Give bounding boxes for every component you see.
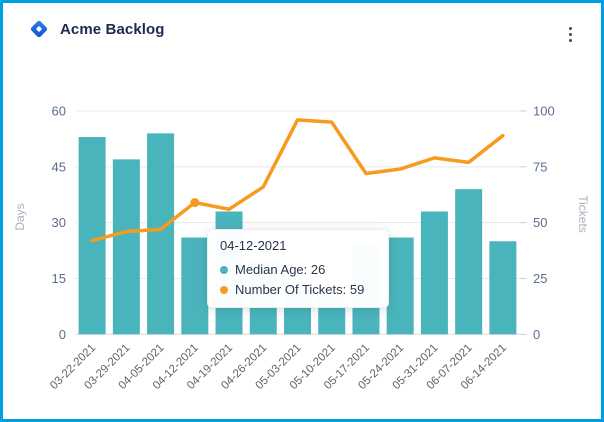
y-axis-label-left: 45 xyxy=(52,159,66,174)
y-axis-label-right: 25 xyxy=(533,271,547,286)
y-axis-label-left: 15 xyxy=(52,271,66,286)
page-title: Acme Backlog xyxy=(60,21,165,38)
bar[interactable] xyxy=(455,189,482,334)
line-point-marker[interactable] xyxy=(190,198,199,207)
bar[interactable] xyxy=(147,133,174,334)
tooltip-date-title: 04-12-2021 xyxy=(220,238,376,253)
bar[interactable] xyxy=(421,211,448,334)
bar[interactable] xyxy=(181,238,208,335)
series-swatch-icon xyxy=(220,266,228,274)
tooltip-row-text: Number Of Tickets: 59 xyxy=(235,282,364,297)
tooltip-row-text: Median Age: 26 xyxy=(235,262,325,277)
y-axis-label-left: 60 xyxy=(52,104,66,119)
tooltip-rows: Median Age: 26 Number Of Tickets: 59 xyxy=(220,262,376,297)
bar[interactable] xyxy=(79,137,106,334)
y-axis-label-left: 0 xyxy=(59,327,66,342)
y-axis-label-right: 75 xyxy=(533,159,547,174)
tooltip-row: Median Age: 26 xyxy=(220,262,376,277)
tooltip-row: Number Of Tickets: 59 xyxy=(220,282,376,297)
chart-tooltip: 04-12-2021 Median Age: 26 Number Of Ticke… xyxy=(207,229,389,308)
series-swatch-icon xyxy=(220,286,228,294)
y-axis-label-left: 30 xyxy=(52,215,66,230)
kebab-menu-button[interactable] xyxy=(557,19,583,49)
bar[interactable] xyxy=(113,159,140,334)
y-axis-label-right: 0 xyxy=(533,327,540,342)
backlog-widget-card: Acme Backlog 015304560025507510003-22-20… xyxy=(0,0,604,422)
y-axis-label-right: 50 xyxy=(533,215,547,230)
widget-header: Acme Backlog xyxy=(28,18,165,40)
jira-diamond-icon xyxy=(28,18,50,40)
bar[interactable] xyxy=(489,241,516,334)
kebab-menu-icon xyxy=(569,27,572,30)
y-axis-label-right: 100 xyxy=(533,104,555,119)
bar[interactable] xyxy=(387,238,414,335)
